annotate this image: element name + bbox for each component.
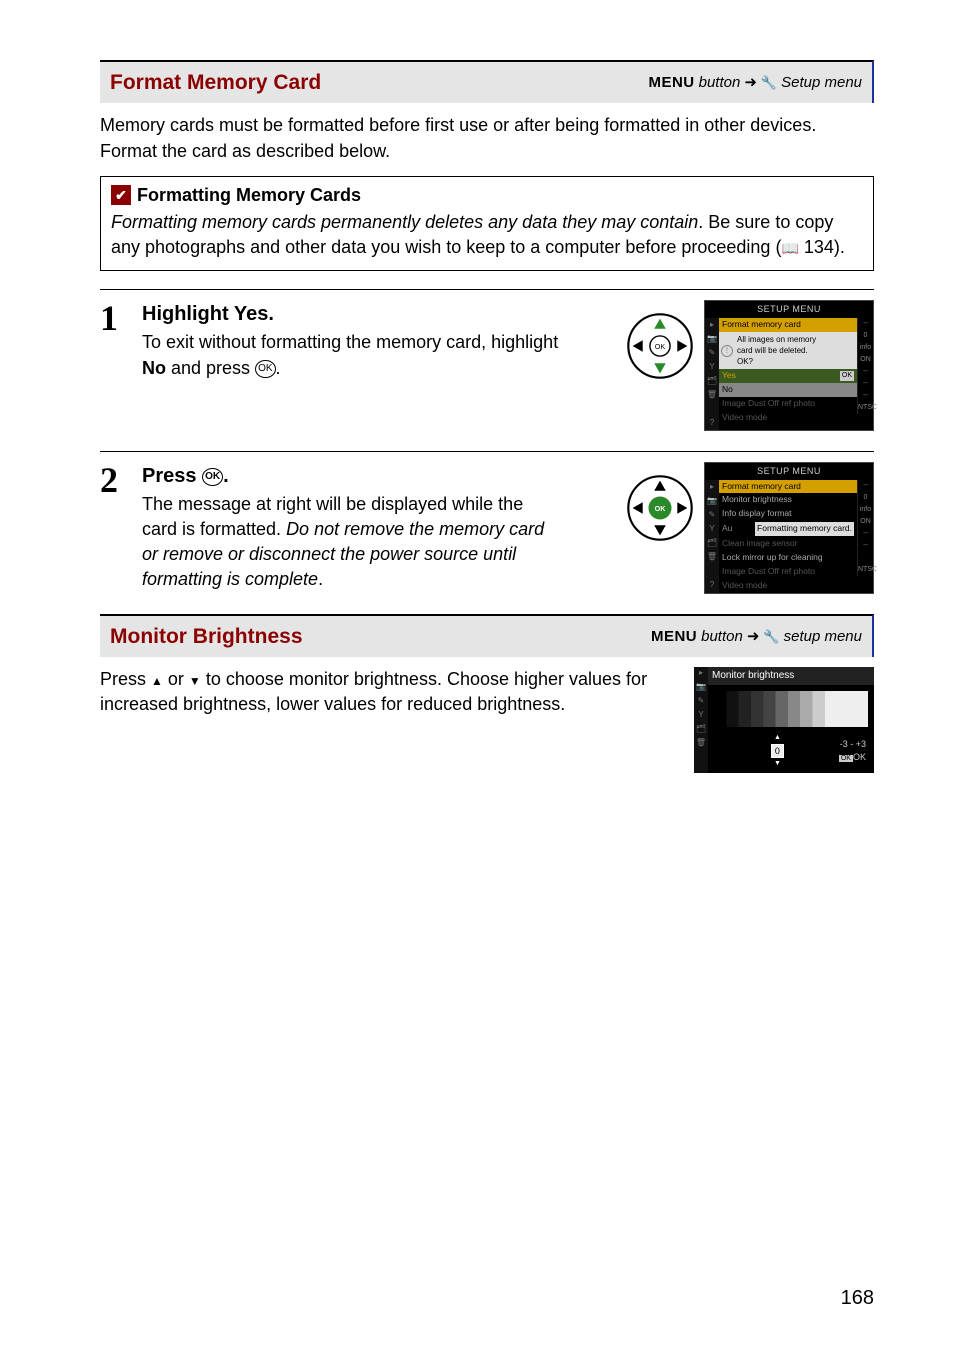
section-path: MENU button setup menu <box>651 626 862 647</box>
page-number: 168 <box>841 1284 874 1312</box>
lcd-side-icons: ▸ 📷 ✎ Y 🗂 🗑 <box>694 667 708 773</box>
note-ref: 134). <box>799 237 845 257</box>
path-tail: setup menu <box>784 626 862 647</box>
lcd-title: SETUP MENU <box>705 301 873 318</box>
text-c: . <box>276 358 281 378</box>
step-number: 1 <box>100 300 128 336</box>
lcd-row: Monitor brightness <box>719 493 857 507</box>
step-number: 2 <box>100 462 128 498</box>
note-header: ✔ Formatting Memory Cards <box>111 183 863 208</box>
warning-note: ✔ Formatting Memory Cards Formatting mem… <box>100 176 874 272</box>
lcd-row: Video mode <box>719 579 857 593</box>
lcd-popup-row: Au Formatting memory card. <box>719 521 857 537</box>
svg-text:OK: OK <box>655 504 667 513</box>
text-bold: No <box>142 358 166 378</box>
ok-icon: OK <box>202 468 223 486</box>
lcd-row: Format memory card <box>719 318 857 332</box>
step-heading: Press OK. <box>142 462 610 490</box>
multi-selector-icon: OK <box>624 310 696 382</box>
brightness-value: 0 <box>771 744 784 759</box>
lcd-right-col: -- 0 info ON -- -- -- NTSC <box>857 318 873 430</box>
svg-text:OK: OK <box>655 342 666 351</box>
lcd-screenshot-1: SETUP MENU ▸📷✎Y🗂🗑? Format memory card ! … <box>704 300 874 431</box>
triangle-up-icon <box>151 669 163 689</box>
brightness-range: -3 - +3 <box>840 739 866 749</box>
step-heading: Highlight Yes. <box>142 300 610 328</box>
heading-bold: Yes <box>234 303 268 325</box>
lcd-title: SETUP MENU <box>705 463 873 480</box>
lcd-row: Clean image sensor <box>719 537 857 551</box>
section-title: Format Memory Card <box>110 68 321 97</box>
wrench-icon <box>763 626 779 647</box>
section-title: Monitor Brightness <box>110 622 303 651</box>
brightness-text: Press or to choose monitor brightness. C… <box>100 667 664 717</box>
note-check-icon: ✔ <box>111 185 131 205</box>
section-header-format: Format Memory Card MENU button Setup men… <box>100 60 874 103</box>
monitor-brightness-block: Press or to choose monitor brightness. C… <box>100 667 874 773</box>
ok-badge: OK <box>839 755 853 762</box>
step-1: 1 Highlight Yes. To exit without formatt… <box>100 290 874 452</box>
step-text: The message at right will be displayed w… <box>142 492 562 593</box>
triangle-down-icon <box>189 669 201 689</box>
brightness-gradient <box>714 691 868 727</box>
lcd-dialog: ! All images on memory card will be dele… <box>719 332 857 370</box>
text-b: and press <box>166 358 255 378</box>
arrow-icon <box>744 72 757 93</box>
lcd-row: Image Dust Off ref photo <box>719 565 857 579</box>
lcd-screenshot-brightness: ▸ 📷 ✎ Y 🗂 🗑 Monitor brightness ▲ 0 ▼ <box>694 667 874 773</box>
step-illustrations: OK SETUP MENU ▸📷✎Y🗂🗑? Format memory card… <box>624 462 874 594</box>
text-b: . <box>318 569 323 589</box>
lcd-side-icons: ▸📷✎Y🗂🗑? <box>705 318 719 430</box>
text-a: To exit without formatting the memory ca… <box>142 332 558 352</box>
text-a: Press <box>100 669 151 689</box>
note-heading: Formatting Memory Cards <box>137 183 361 208</box>
lcd-row: Format memory card <box>719 480 857 494</box>
step-text: To exit without formatting the memory ca… <box>142 330 562 380</box>
note-body: Formatting memory cards permanently dele… <box>111 210 863 260</box>
lcd-right-col: -- 0 info ON -- -- NTSC <box>857 480 873 593</box>
arrow-icon <box>747 626 760 647</box>
book-icon: 📖 <box>781 239 798 259</box>
lcd-row-no: No <box>719 383 857 397</box>
ok-label: OK <box>853 752 866 762</box>
step-2: 2 Press OK. The message at right will be… <box>100 452 874 614</box>
lcd-title: Monitor brightness <box>708 667 874 685</box>
lcd-side-icons: ▸📷✎Y🗂🗑? <box>705 480 719 593</box>
note-italic: Formatting memory cards permanently dele… <box>111 212 698 232</box>
heading-suffix: . <box>268 303 274 325</box>
info-icon: ! <box>721 345 733 357</box>
heading-prefix: Highlight <box>142 303 234 325</box>
heading-suffix: . <box>223 465 229 487</box>
step-body: Press OK. The message at right will be d… <box>142 462 610 593</box>
heading-prefix: Press <box>142 465 202 487</box>
menu-label: MENU <box>651 626 697 647</box>
button-word: button <box>699 72 741 93</box>
menu-label: MENU <box>648 72 694 93</box>
steps-list: 1 Highlight Yes. To exit without formatt… <box>100 289 874 613</box>
section-header-brightness: Monitor Brightness MENU button setup men… <box>100 614 874 657</box>
lcd-row: Image Dust Off ref photo <box>719 397 857 411</box>
step-body: Highlight Yes. To exit without formattin… <box>142 300 610 380</box>
multi-selector-ok-icon: OK <box>624 472 696 544</box>
lcd-row: Lock mirror up for cleaning <box>719 551 857 565</box>
wrench-icon <box>761 72 777 93</box>
text-b: or <box>163 669 189 689</box>
step-illustrations: OK SETUP MENU ▸📷✎Y🗂🗑? Format memory card… <box>624 300 874 431</box>
path-tail: Setup menu <box>781 72 862 93</box>
lcd-row: Info display format <box>719 507 857 521</box>
ok-icon: OK <box>255 360 275 378</box>
section-path: MENU button Setup menu <box>648 72 862 93</box>
button-word: button <box>701 626 743 647</box>
lcd-screenshot-2: SETUP MENU ▸📷✎Y🗂🗑? Format memory card Mo… <box>704 462 874 594</box>
section1-intro: Memory cards must be formatted before fi… <box>100 113 874 163</box>
lcd-row-yes: YesOK <box>719 369 857 383</box>
brightness-scale: ▲ 0 ▼ -3 - +3 OKOK <box>708 733 874 773</box>
lcd-row: Video mode <box>719 411 857 425</box>
